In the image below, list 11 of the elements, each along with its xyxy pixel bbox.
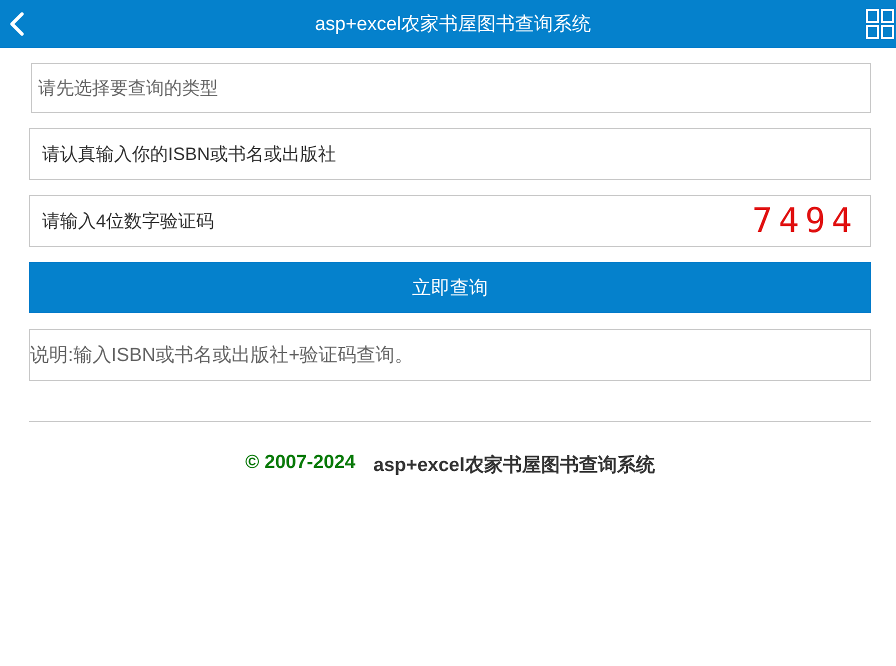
keyword-input[interactable]: 请认真输入你的ISBN或书名或出版社 [29,128,871,180]
captcha-code[interactable]: 7494 [752,203,858,239]
search-button[interactable]: 立即查询 [29,262,871,313]
captcha-input[interactable]: 请输入4位数字验证码 7494 [29,195,871,247]
grid-icon [866,9,894,39]
page-title: asp+excel农家书屋图书查询系统 [314,13,592,37]
chevron-left-icon [9,12,25,36]
instruction-note: 说明:输入ISBN或书名或出版社+验证码查询。 [29,329,871,381]
type-select[interactable]: 请先选择要查询的类型 [31,63,871,113]
copyright-text: © 2007-2024 [245,452,356,475]
site-name: asp+excel农家书屋图书查询系统 [373,454,655,478]
